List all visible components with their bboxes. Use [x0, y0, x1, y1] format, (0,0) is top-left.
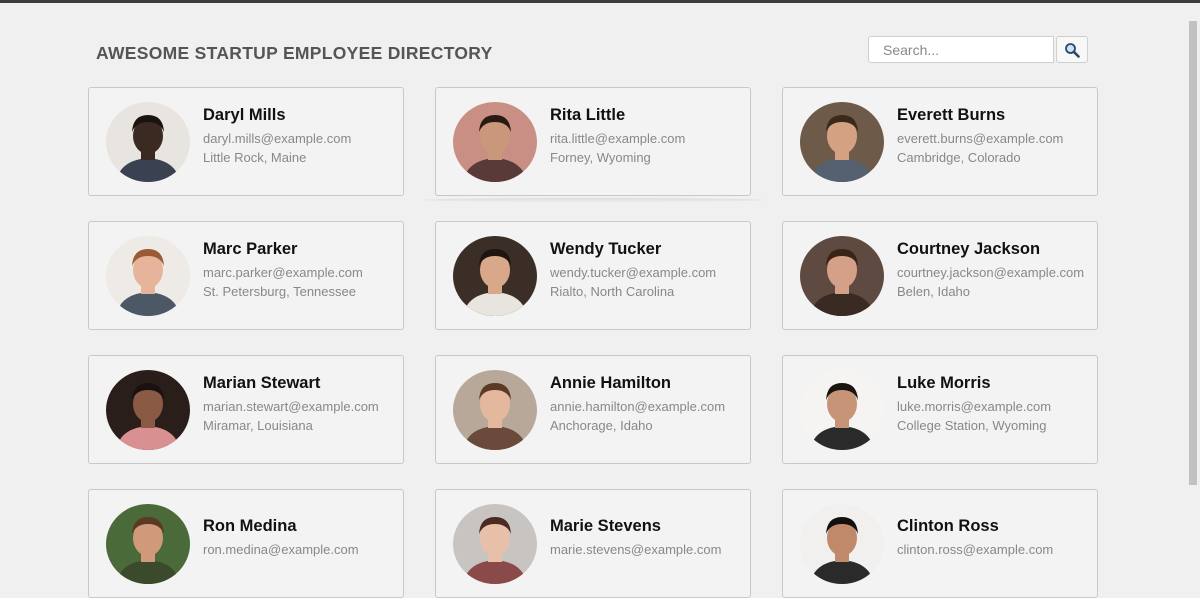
employee-avatar: [453, 369, 537, 450]
employee-card[interactable]: Luke Morris luke.morris@example.com Colleg…: [782, 355, 1098, 464]
employee-avatar: [106, 101, 190, 182]
employee-info: Clinton Ross clinton.ross@example.com: [897, 517, 1053, 560]
employee-name: Rita Little: [550, 105, 626, 124]
page-header: AWESOME STARTUP EMPLOYEE DIRECTORY: [96, 43, 493, 64]
employee-card[interactable]: Annie Hamilton annie.hamilton@example.com…: [435, 355, 751, 464]
search-input[interactable]: [868, 36, 1054, 63]
employee-card[interactable]: Rita Little rita.little@example.com Forney…: [424, 87, 762, 202]
employee-avatar: [453, 503, 537, 584]
employee-email: rita.little@example.com: [550, 130, 686, 146]
employee-name: Courtney Jackson: [897, 239, 1041, 258]
employee-email: daryl.mills@example.com: [203, 130, 352, 146]
employee-info: Rita Little rita.little@example.com Forney…: [550, 106, 685, 168]
search-button[interactable]: [1056, 36, 1088, 63]
employee-email: annie.hamilton@example.com: [550, 398, 726, 414]
employee-email: ron.medina@example.com: [203, 542, 359, 558]
employee-name: Luke Morris: [897, 373, 991, 392]
page-title: AWESOME STARTUP EMPLOYEE DIRECTORY: [96, 43, 493, 63]
employee-grid: Daryl Mills daryl.mills@example.com Little…: [88, 87, 1098, 598]
employee-name: Marian Stewart: [203, 373, 321, 392]
employee-info: Marie Stevens marie.stevens@example.com: [550, 517, 721, 560]
employee-card[interactable]: Marie Stevens marie.stevens@example.com: [435, 489, 751, 598]
employee-name: Annie Hamilton: [550, 373, 672, 392]
employee-info: Daryl Mills daryl.mills@example.com Little…: [203, 106, 351, 168]
employee-name: Everett Burns: [897, 105, 1006, 124]
employee-location: Rialto, North Carolina: [550, 284, 675, 299]
employee-name: Clinton Ross: [897, 517, 999, 536]
employee-avatar: [800, 101, 884, 182]
employee-avatar: [453, 101, 537, 182]
employee-email: courtney.jackson@example.com: [897, 264, 1085, 280]
search-form: [868, 36, 1088, 63]
employee-card[interactable]: Everett Burns everett.burns@example.com Ca…: [782, 87, 1098, 196]
employee-avatar: [106, 369, 190, 450]
employee-avatar: [800, 503, 884, 584]
employee-avatar: [106, 503, 190, 584]
employee-location: Forney, Wyoming: [550, 150, 651, 165]
employee-info: Courtney Jackson courtney.jackson@example…: [897, 240, 1084, 302]
employee-card[interactable]: Marian Stewart marian.stewart@example.com…: [88, 355, 404, 464]
employee-location: Cambridge, Colorado: [897, 150, 1021, 165]
employee-name: Marie Stevens: [550, 517, 661, 536]
employee-name: Ron Medina: [203, 517, 297, 536]
employee-info: Luke Morris luke.morris@example.com Colleg…: [897, 374, 1051, 436]
search-icon: [1065, 42, 1080, 58]
employee-name: Wendy Tucker: [550, 239, 662, 258]
employee-email: marie.stevens@example.com: [550, 542, 722, 558]
employee-location: College Station, Wyoming: [897, 418, 1047, 433]
employee-card[interactable]: Ron Medina ron.medina@example.com: [88, 489, 404, 598]
employee-name: Marc Parker: [203, 239, 298, 258]
employee-email: clinton.ross@example.com: [897, 542, 1054, 558]
employee-email: luke.morris@example.com: [897, 398, 1052, 414]
employee-info: Everett Burns everett.burns@example.com Ca…: [897, 106, 1063, 168]
page-scrollbar[interactable]: [1187, 3, 1200, 550]
employee-card[interactable]: Courtney Jackson courtney.jackson@example…: [782, 221, 1098, 330]
employee-avatar: [800, 369, 884, 450]
employee-card[interactable]: Marc Parker marc.parker@example.com St. Pe…: [88, 221, 404, 330]
employee-avatar: [106, 235, 190, 316]
employee-location: Little Rock, Maine: [203, 150, 307, 165]
employee-email: wendy.tucker@example.com: [550, 264, 717, 280]
employee-card[interactable]: Daryl Mills daryl.mills@example.com Little…: [88, 87, 404, 196]
employee-info: Wendy Tucker wendy.tucker@example.com Rial…: [550, 240, 716, 302]
employee-card[interactable]: Clinton Ross clinton.ross@example.com: [782, 489, 1098, 598]
employee-location: Miramar, Louisiana: [203, 418, 313, 433]
employee-info: Marian Stewart marian.stewart@example.com…: [203, 374, 379, 436]
employee-info: Marc Parker marc.parker@example.com St. Pe…: [203, 240, 363, 302]
employee-info: Ron Medina ron.medina@example.com: [203, 517, 359, 560]
employee-email: everett.burns@example.com: [897, 130, 1064, 146]
employee-email: marian.stewart@example.com: [203, 398, 379, 414]
employee-location: St. Petersburg, Tennessee: [203, 284, 356, 299]
employee-info: Annie Hamilton annie.hamilton@example.com…: [550, 374, 725, 436]
scrollbar-thumb[interactable]: [1189, 21, 1197, 485]
employee-name: Daryl Mills: [203, 105, 286, 124]
employee-avatar: [453, 235, 537, 316]
employee-card[interactable]: Wendy Tucker wendy.tucker@example.com Rial…: [435, 221, 751, 330]
employee-avatar: [800, 235, 884, 316]
employee-location: Belen, Idaho: [897, 284, 971, 299]
employee-location: Anchorage, Idaho: [550, 418, 653, 433]
employee-email: marc.parker@example.com: [203, 264, 363, 280]
